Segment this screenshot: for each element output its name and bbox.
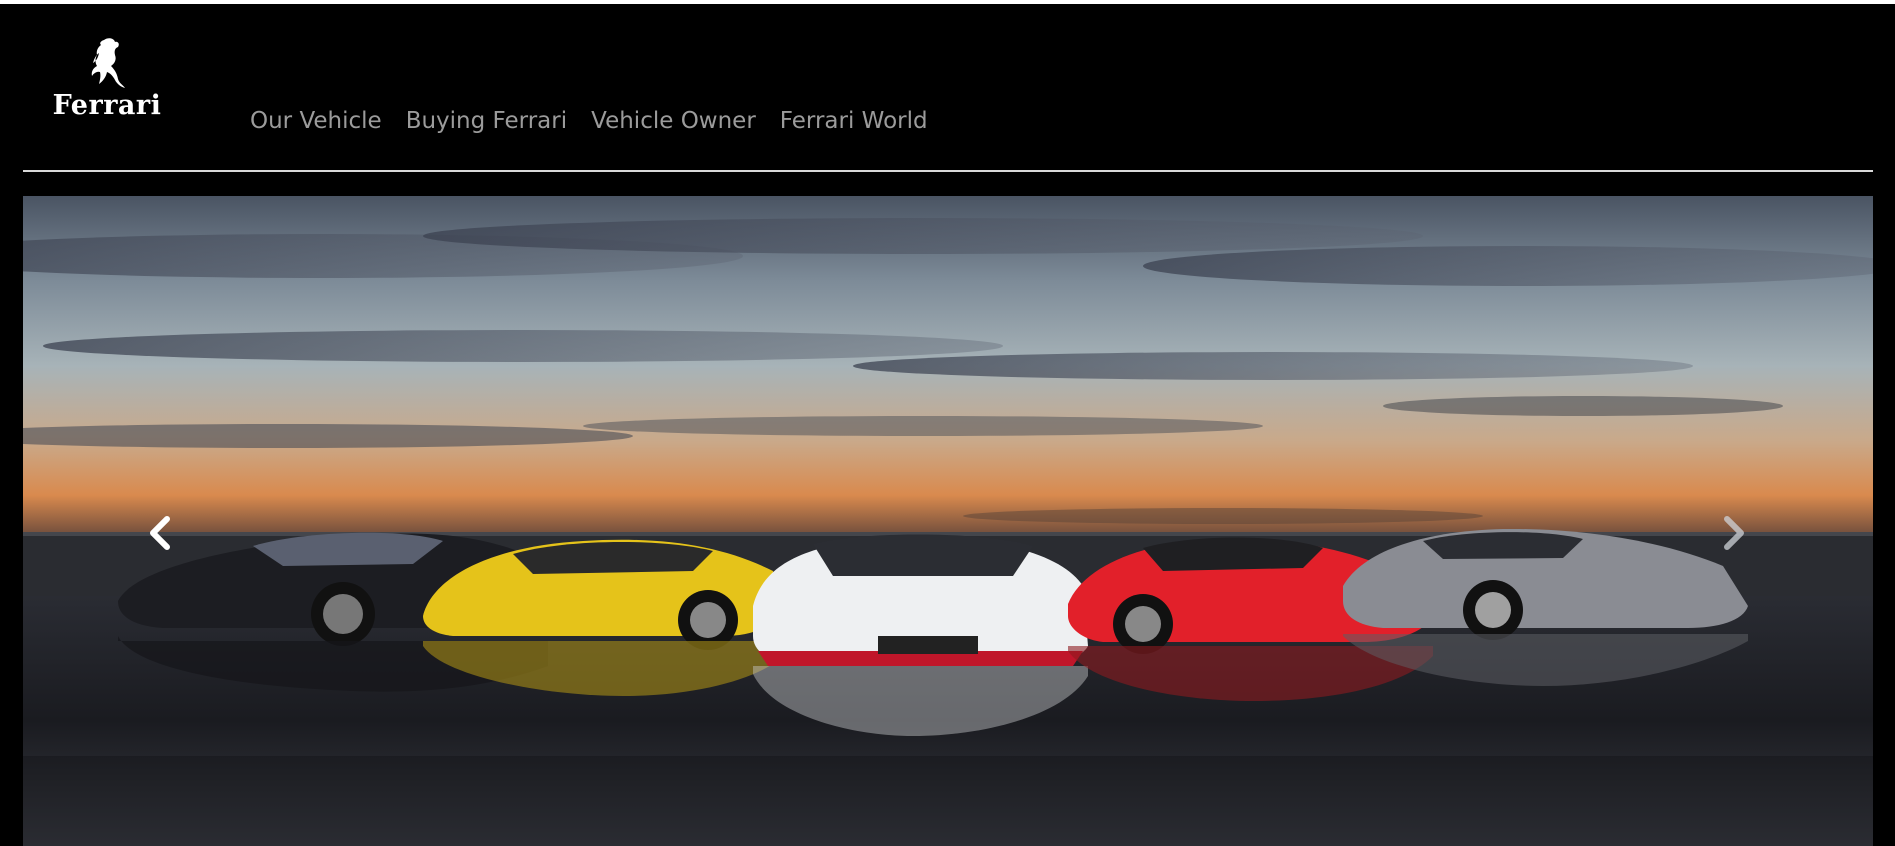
- main-nav: Our Vehicle Buying Ferrari Vehicle Owner…: [238, 106, 940, 136]
- hero-carousel[interactable]: [23, 196, 1873, 846]
- brand-wordmark: Ferrari: [52, 90, 162, 121]
- chevron-right-icon: [1724, 516, 1744, 550]
- nav-item-our-vehicle[interactable]: Our Vehicle: [238, 106, 394, 136]
- nav-item-buying-ferrari[interactable]: Buying Ferrari: [394, 106, 579, 136]
- hero-slide-image: [23, 196, 1873, 846]
- nav-item-ferrari-world[interactable]: Ferrari World: [768, 106, 940, 136]
- nav-item-vehicle-owner[interactable]: Vehicle Owner: [579, 106, 768, 136]
- carousel-prev-button[interactable]: [140, 508, 180, 558]
- prancing-horse-icon: [91, 38, 125, 88]
- chevron-left-icon: [150, 516, 170, 550]
- site-header: Ferrari Our Vehicle Buying Ferrari Vehic…: [0, 4, 1895, 170]
- brand-logo[interactable]: Ferrari: [52, 36, 162, 126]
- carousel-next-button[interactable]: [1714, 508, 1754, 558]
- header-divider: [23, 170, 1873, 172]
